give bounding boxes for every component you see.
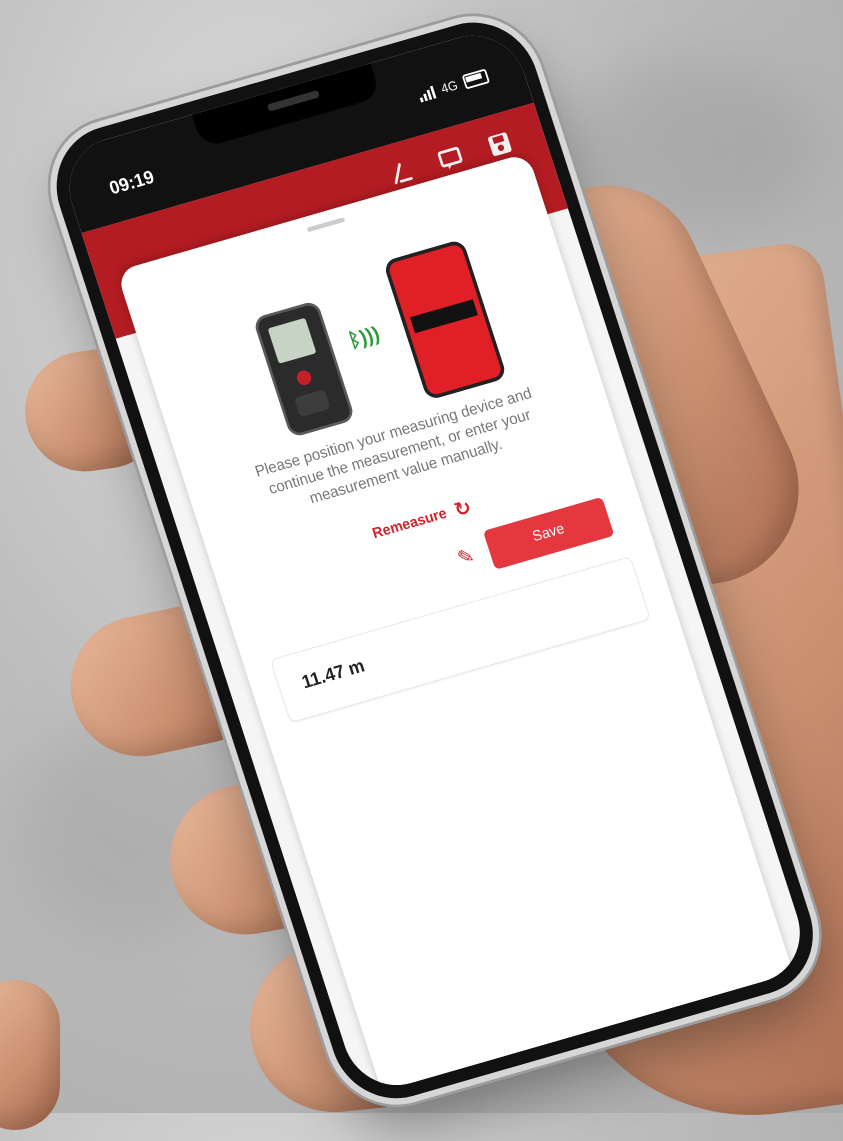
phone-transform: 09:19 4G ᛒ))) Please position your measu…: [40, 0, 843, 1124]
phone: 09:19 4G ᛒ))) Please position your measu…: [40, 7, 830, 1113]
status-time: 09:19: [106, 167, 157, 199]
refresh-icon: ↻: [451, 495, 475, 522]
measurement-value: 11.47 m: [299, 655, 368, 693]
sheet-grabber[interactable]: [306, 217, 346, 233]
signal-icon: [417, 85, 437, 103]
bluetooth-icon: ᛒ))): [345, 321, 383, 353]
device-display: [267, 317, 317, 364]
phone-illustration: [382, 238, 508, 401]
speaker: [266, 89, 320, 112]
measurement-sheet: ᛒ))) Please position your measuring devi…: [116, 152, 799, 1098]
phone-screen: 09:19 4G ᛒ))) Please position your measu…: [55, 23, 814, 1098]
notch: [191, 63, 382, 149]
battery-icon: [461, 68, 491, 90]
network-type: 4G: [439, 77, 460, 97]
pencil-icon[interactable]: ✎: [454, 543, 477, 570]
remeasure-label: Remeasure: [370, 505, 449, 542]
save-icon[interactable]: [483, 127, 517, 161]
finger: [0, 980, 60, 1130]
device-button: [294, 368, 314, 387]
device-keypad: [293, 389, 331, 418]
phone-illustration-label: [409, 299, 478, 334]
laser-measure-device-image: [252, 299, 356, 439]
measurement-value-field[interactable]: 11.47 m: [269, 555, 651, 724]
system-icons: 4G: [417, 68, 491, 103]
